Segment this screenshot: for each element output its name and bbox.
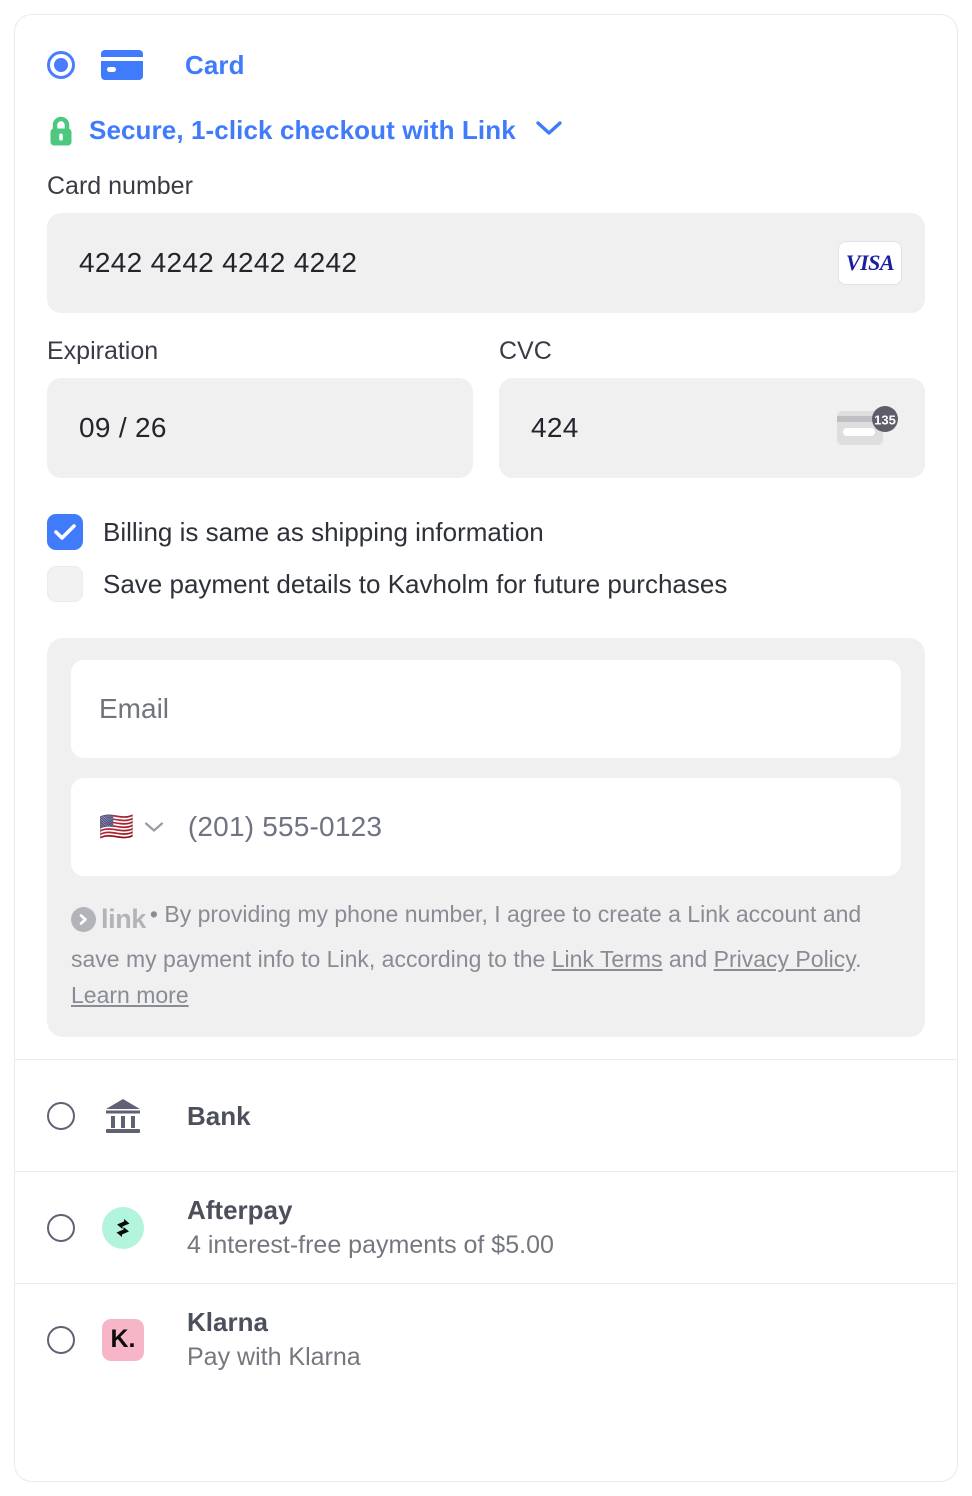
- expiration-value: 09 / 26: [79, 412, 167, 443]
- link-logo-icon: link: [71, 898, 146, 941]
- payment-method-form: Card Secure, 1-click checkout with Link …: [0, 0, 972, 1496]
- svg-text:135: 135: [874, 413, 896, 428]
- radio-unselected-icon[interactable]: [47, 1101, 75, 1130]
- card-number-label: Card number: [47, 172, 193, 200]
- klarna-subtitle: Pay with Klarna: [187, 1342, 361, 1371]
- cvc-field-group: CVC 424 135: [499, 337, 925, 478]
- checkbox-checked-icon[interactable]: [47, 514, 83, 550]
- link-secure-checkout-row[interactable]: Secure, 1-click checkout with Link: [47, 115, 925, 146]
- green-lock-icon: [47, 116, 75, 146]
- link-wordmark: link: [101, 904, 146, 935]
- card-number-input[interactable]: 4242 4242 4242 4242 VISA: [47, 213, 925, 313]
- save-payment-details-row[interactable]: Save payment details to Kavholm for futu…: [47, 558, 925, 610]
- billing-same-as-shipping-label: Billing is same as shipping information: [103, 516, 544, 547]
- cvc-input[interactable]: 424 135: [499, 378, 925, 478]
- payment-method-bank[interactable]: Bank: [15, 1059, 957, 1171]
- link-legal-period: .: [855, 945, 862, 972]
- link-terms-link[interactable]: Link Terms: [552, 946, 663, 972]
- payment-method-afterpay[interactable]: Afterpay 4 interest-free payments of $5.…: [15, 1171, 957, 1283]
- checkbox-unchecked-icon[interactable]: [47, 566, 83, 602]
- visa-icon: VISA: [839, 242, 901, 284]
- link-secure-checkout-label: Secure, 1-click checkout with Link: [89, 115, 516, 145]
- billing-options: Billing is same as shipping information …: [47, 506, 925, 610]
- credit-card-icon: [101, 44, 143, 86]
- afterpay-subtitle: 4 interest-free payments of $5.00: [187, 1230, 554, 1259]
- card-method-label: Card: [185, 49, 245, 80]
- link-legal-separator: •: [149, 901, 158, 927]
- klarna-wordmark: K.: [110, 1325, 136, 1354]
- chevron-down-icon: [144, 822, 163, 832]
- link-email-input[interactable]: Email: [71, 660, 901, 758]
- cvc-card-icon: 135: [835, 405, 901, 451]
- card-method-header[interactable]: Card: [47, 41, 925, 89]
- expiration-cvc-row: Expiration 09 / 26 CVC 424 135: [47, 337, 925, 478]
- afterpay-icon: [101, 1206, 145, 1250]
- visa-wordmark: VISA: [845, 250, 895, 275]
- learn-more-link[interactable]: Learn more: [71, 982, 189, 1008]
- cvc-value: 424: [531, 412, 579, 443]
- save-payment-details-label: Save payment details to Kavholm for futu…: [103, 568, 728, 599]
- link-signup-panel: Email 🇺🇸 (201) 555-0123 link • By provid…: [47, 638, 925, 1038]
- bank-title: Bank: [187, 1100, 251, 1131]
- afterpay-title: Afterpay: [187, 1195, 293, 1226]
- card-payment-section: Card Secure, 1-click checkout with Link …: [15, 15, 957, 1059]
- klarna-icon: K.: [101, 1318, 145, 1362]
- card-number-field-group: Card number 4242 4242 4242 4242 VISA: [47, 172, 925, 313]
- link-legal-and: and: [662, 945, 714, 972]
- klarna-texts: Klarna Pay with Klarna: [187, 1306, 361, 1373]
- country-selector[interactable]: 🇺🇸: [99, 813, 164, 841]
- cvc-label: CVC: [499, 337, 552, 365]
- chevron-down-icon[interactable]: [536, 120, 562, 141]
- payment-method-klarna[interactable]: K. Klarna Pay with Klarna: [15, 1283, 957, 1395]
- radio-unselected-icon[interactable]: [47, 1325, 75, 1354]
- payment-methods-card: Card Secure, 1-click checkout with Link …: [14, 14, 958, 1482]
- radio-selected-icon[interactable]: [47, 51, 75, 79]
- link-phone-placeholder: (201) 555-0123: [187, 811, 383, 842]
- us-flag-icon: 🇺🇸: [99, 811, 134, 842]
- afterpay-texts: Afterpay 4 interest-free payments of $5.…: [187, 1194, 554, 1261]
- link-phone-input[interactable]: 🇺🇸 (201) 555-0123: [71, 778, 901, 876]
- radio-unselected-icon[interactable]: [47, 1213, 75, 1242]
- billing-same-as-shipping-row[interactable]: Billing is same as shipping information: [47, 506, 925, 558]
- expiration-input[interactable]: 09 / 26: [47, 378, 473, 478]
- link-legal-text: link • By providing my phone number, I a…: [71, 896, 901, 1013]
- bank-texts: Bank: [187, 1100, 251, 1133]
- privacy-policy-link[interactable]: Privacy Policy: [714, 946, 855, 972]
- expiration-label: Expiration: [47, 337, 159, 365]
- card-number-value: 4242 4242 4242 4242: [79, 247, 358, 278]
- bank-icon: [101, 1094, 145, 1138]
- klarna-title: Klarna: [187, 1307, 268, 1338]
- link-email-placeholder: Email: [99, 693, 170, 724]
- expiration-field-group: Expiration 09 / 26: [47, 337, 473, 478]
